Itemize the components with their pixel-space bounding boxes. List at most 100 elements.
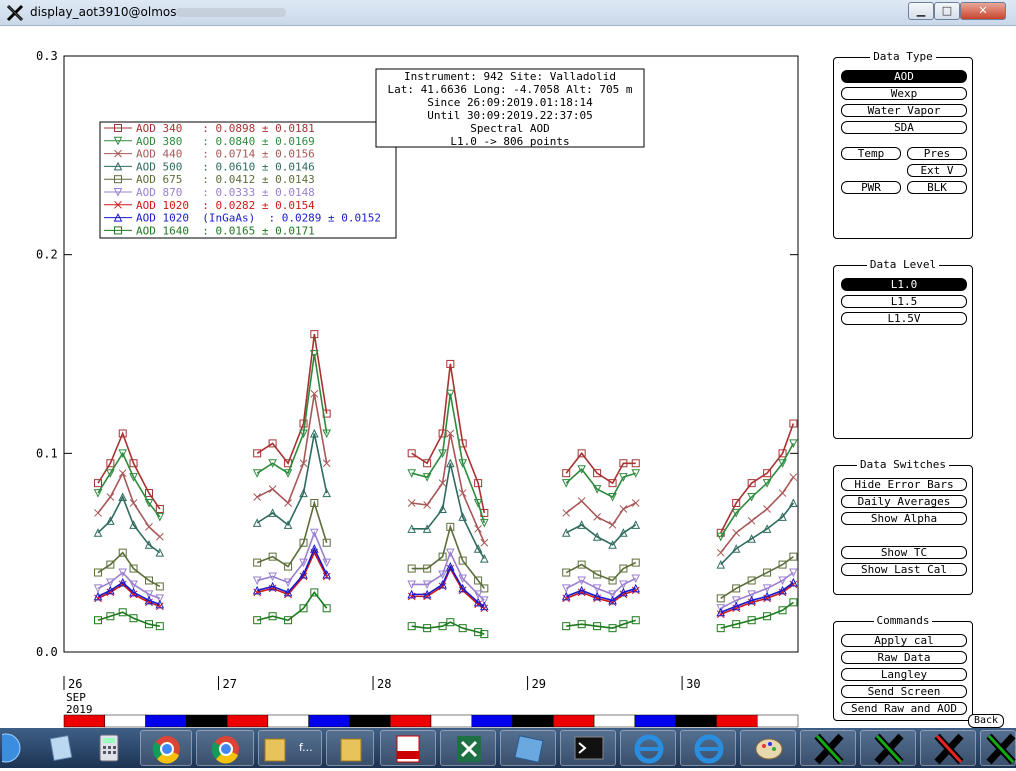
chrome-window-1[interactable] <box>140 730 192 766</box>
raw-data-button[interactable]: Raw Data <box>841 651 967 664</box>
timeline-segment-7 <box>349 714 391 728</box>
pres-button[interactable]: Pres <box>907 147 967 160</box>
data-type-title: Data Type <box>870 50 936 63</box>
x-window-3[interactable] <box>920 730 976 766</box>
info-line-4: Spectral AOD <box>470 122 549 135</box>
timeline-segment-17 <box>756 714 799 728</box>
wexp-button[interactable]: Wexp <box>841 87 967 100</box>
timeline-segment-12 <box>553 714 595 728</box>
timeline-segment-13 <box>593 714 636 728</box>
x-axis: 26 27 28 29 30 <box>63 676 701 691</box>
y-tick-label-2: 0.2 <box>36 248 58 262</box>
paint-window[interactable] <box>740 730 796 766</box>
timeline-segment-6 <box>308 714 350 728</box>
x-tick-label-0: 26 <box>68 677 82 691</box>
maximize-button[interactable]: □ <box>934 2 960 20</box>
data-level-panel: Data Level L1.0 L1.5 L1.5V <box>833 258 973 439</box>
send-screen-button[interactable]: Send Screen <box>841 685 967 698</box>
aod-button[interactable]: AOD <box>841 70 967 83</box>
x-year-label: 2019 <box>66 703 93 716</box>
window-title: display_aot3910@olmos <box>30 5 177 19</box>
show-tc-button[interactable]: Show TC <box>841 546 967 559</box>
commands-panel: Commands Apply cal Raw Data Langley Send… <box>833 614 973 721</box>
level-l15v-button[interactable]: L1.5V <box>841 312 967 325</box>
timeline-bar <box>63 714 799 728</box>
x-tick-label-4: 30 <box>686 677 700 691</box>
data-switches-title: Data Switches <box>856 458 950 471</box>
daily-averages-button[interactable]: Daily Averages <box>841 495 967 508</box>
legend: AOD 340 : 0.0898 ± 0.0181AOD 380 : 0.084… <box>99 121 397 239</box>
calculator-icon[interactable] <box>92 731 126 765</box>
folder-window[interactable]: f... <box>258 730 322 766</box>
folder-window-label: f... <box>299 741 313 754</box>
close-button[interactable]: ✕ <box>960 2 1006 20</box>
apply-cal-button[interactable]: Apply cal <box>841 634 967 647</box>
timeline-segment-14 <box>634 714 676 728</box>
timeline-segment-1 <box>104 714 146 728</box>
minimize-button[interactable]: ▁ <box>908 2 934 20</box>
aod-chart: 0.0 0.1 0.2 0.3 26 27 28 29 30 AOD 340 : 0.0898… <box>36 49 799 728</box>
excel-window[interactable] <box>440 730 496 766</box>
water-vapor-button[interactable]: Water Vapor <box>841 104 967 117</box>
info-line-1: Lat: 41.6636 Long: -4.7058 Alt: 705 m <box>387 83 632 96</box>
data-switches-panel: Data Switches Hide Error Bars Daily Aver… <box>833 458 973 595</box>
desktop-icon[interactable] <box>44 731 78 765</box>
ie-window-2[interactable] <box>680 730 736 766</box>
blk-button[interactable]: BLK <box>907 181 967 194</box>
temp-button[interactable]: Temp <box>841 147 901 160</box>
info-line-0: Instrument: 942 Site: Valladolid <box>404 70 616 83</box>
timeline-segment-11 <box>512 714 554 728</box>
legend-label-3: AOD 500 : 0.0610 ± 0.0146 <box>136 160 315 173</box>
show-last-cal-button[interactable]: Show Last Cal <box>841 563 967 576</box>
ext-v-button[interactable]: Ext V <box>907 164 967 177</box>
data-type-panel: Data Type AOD Wexp Water Vapor SDA Temp … <box>833 50 973 239</box>
timeline-segment-8 <box>389 714 432 728</box>
x-app-icon <box>6 4 24 22</box>
start-orb-icon[interactable] <box>0 731 22 765</box>
x-window-4[interactable] <box>980 730 1016 766</box>
app-window[interactable] <box>500 730 556 766</box>
x-tick-label-3: 29 <box>532 677 546 691</box>
legend-label-5: AOD 870 : 0.0333 ± 0.0148 <box>136 186 315 199</box>
legend-label-7: AOD 1020 (InGaAs) : 0.0289 ± 0.0152 <box>136 212 381 225</box>
timeline-segment-5 <box>267 714 309 728</box>
timeline-segment-0 <box>63 714 106 728</box>
legend-label-6: AOD 1020 : 0.0282 ± 0.0154 <box>136 199 315 212</box>
taskbar: f... <box>0 728 1016 768</box>
legend-label-1: AOD 380 : 0.0840 ± 0.0169 <box>136 135 315 148</box>
info-line-3: Until 30:09:2019.22:37:05 <box>427 109 593 122</box>
show-alpha-button[interactable]: Show Alpha <box>841 512 967 525</box>
info-box: Instrument: 942 Site: ValladolidLat: 41.… <box>375 68 645 148</box>
x-tick-label-1: 27 <box>223 677 237 691</box>
langley-button[interactable]: Langley <box>841 668 967 681</box>
timeline-segment-3 <box>186 714 228 728</box>
info-line-5: L1.0 -> 806 points <box>450 135 569 148</box>
title-bar: display_aot3910@olmos ▁ □ ✕ <box>0 0 1016 26</box>
x-window-2[interactable] <box>860 730 916 766</box>
x-window-1[interactable] <box>800 730 856 766</box>
pwr-button[interactable]: PWR <box>841 181 901 194</box>
chrome-window-2[interactable] <box>196 730 254 766</box>
sda-button[interactable]: SDA <box>841 121 967 134</box>
timeline-segment-15 <box>675 714 717 728</box>
pdf-window[interactable] <box>380 730 436 766</box>
timeline-segment-10 <box>471 714 513 728</box>
data-level-title: Data Level <box>866 258 940 271</box>
terminal-window[interactable] <box>560 730 616 766</box>
ie-window-1[interactable] <box>620 730 676 766</box>
legend-label-8: AOD 1640 : 0.0165 ± 0.0171 <box>136 224 315 237</box>
level-l10-button[interactable]: L1.0 <box>841 278 967 291</box>
x-tick-label-2: 28 <box>377 677 391 691</box>
y-tick-label-0: 0.0 <box>36 645 58 659</box>
folder-window-2[interactable] <box>326 730 374 766</box>
timeline-segment-4 <box>226 714 269 728</box>
legend-label-0: AOD 340 : 0.0898 ± 0.0181 <box>136 122 315 135</box>
back-button[interactable]: Back <box>968 714 1004 728</box>
level-l15-button[interactable]: L1.5 <box>841 295 967 308</box>
send-raw-and-aod-button[interactable]: Send Raw and AOD <box>841 702 967 715</box>
commands-title: Commands <box>873 614 933 627</box>
timeline-segment-16 <box>716 714 758 728</box>
timeline-segment-9 <box>430 714 473 728</box>
hide-error-bars-button[interactable]: Hide Error Bars <box>841 478 967 491</box>
legend-label-4: AOD 675 : 0.0412 ± 0.0143 <box>136 173 315 186</box>
